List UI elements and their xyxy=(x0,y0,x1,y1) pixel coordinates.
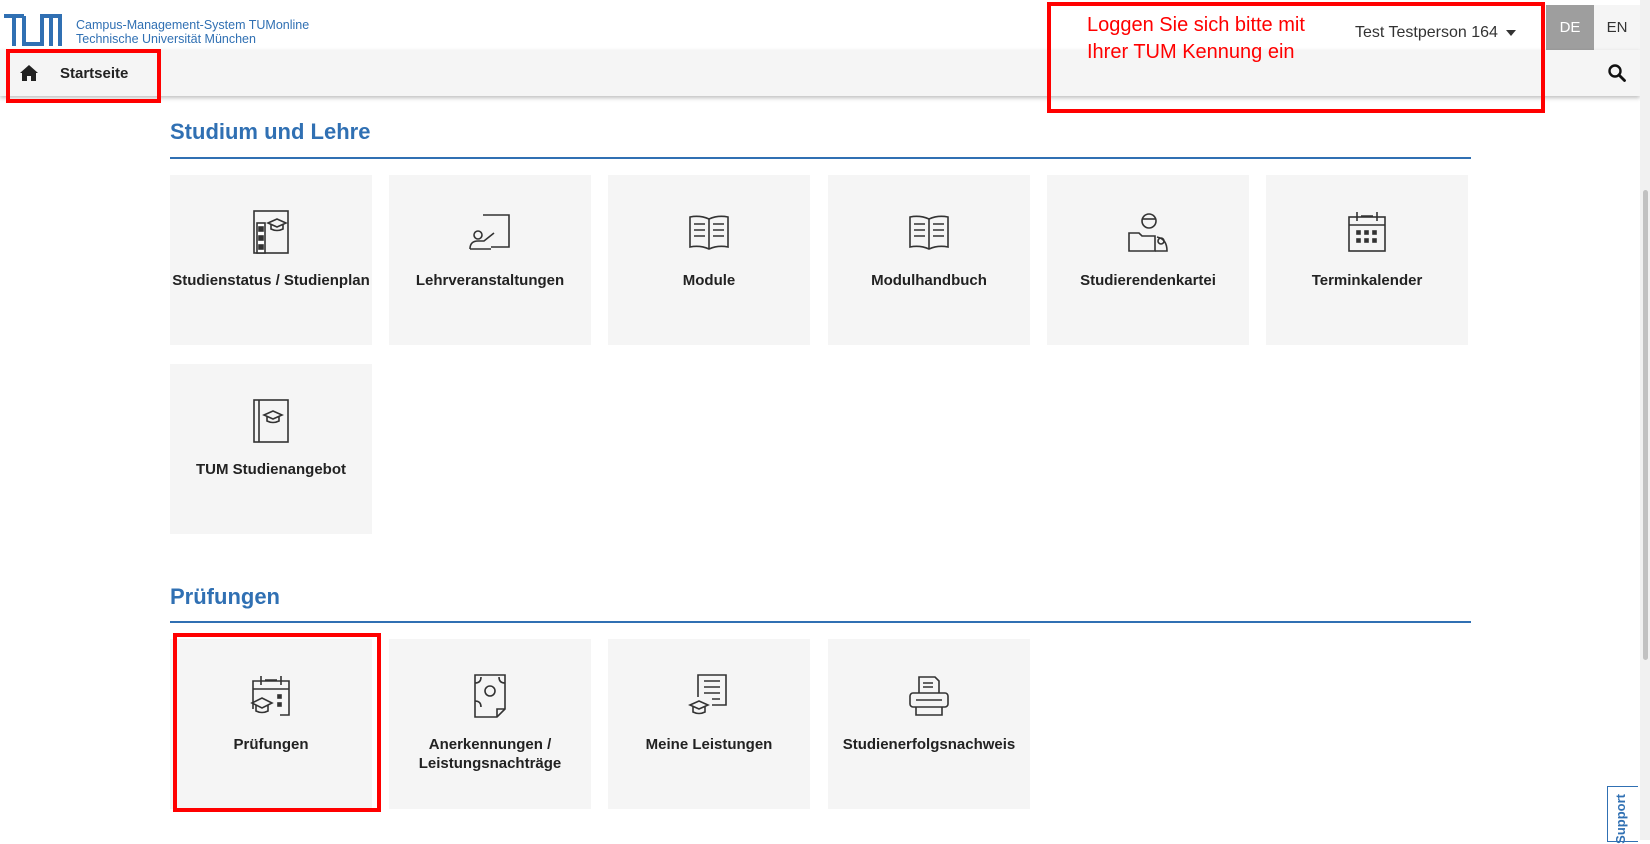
tum-logo[interactable] xyxy=(2,13,62,47)
printer-icon xyxy=(909,676,949,716)
brand-line-2: Technische Universität München xyxy=(76,32,256,46)
support-label[interactable]: Support xyxy=(1613,794,1628,844)
lang-de-button[interactable]: DE xyxy=(1546,5,1594,50)
section-divider xyxy=(170,157,1471,159)
tile-label: Module xyxy=(682,272,736,289)
tile-label: Lehrveranstaltungen xyxy=(415,272,565,289)
book-icon xyxy=(909,215,949,250)
tile-label: Meine Leistungen xyxy=(645,736,773,753)
tile-label: TUM Studienangebot xyxy=(196,461,346,478)
tile-label: Studienerfolgsnachweis xyxy=(842,736,1016,753)
tile-studierendenkartei[interactable]: Studierendenkartei xyxy=(1047,175,1249,345)
certificate-icon xyxy=(474,674,506,718)
annotation-login-hint: Loggen Sie sich bitte mit Ihrer TUM Kenn… xyxy=(1087,14,1305,63)
tile-label: Modulhandbuch xyxy=(871,272,987,289)
section-title-pruefungen: Prüfungen xyxy=(170,584,280,609)
tile-studienerfolgsnachweis[interactable]: Studienerfolgsnachweis xyxy=(828,639,1030,809)
student-file-icon xyxy=(1128,213,1168,252)
section-title-studium: Studium und Lehre xyxy=(170,119,371,144)
annotation-box-pruefungen xyxy=(173,633,381,812)
study-offer-icon xyxy=(253,399,289,443)
tile-studienstatus[interactable]: Studienstatus / Studienplan xyxy=(170,175,372,345)
brand-text: Campus-Management-System TUMonline Techn… xyxy=(76,18,309,46)
annotation-box-home xyxy=(6,49,161,103)
scroll-thumb[interactable] xyxy=(1643,190,1648,660)
achievements-icon xyxy=(688,674,727,715)
book-icon xyxy=(689,215,729,250)
tile-studienangebot[interactable]: TUM Studienangebot xyxy=(170,364,372,534)
tile-label: Studierendenkartei xyxy=(1080,272,1216,289)
tile-lehrveranstaltungen[interactable]: Lehrveranstaltungen xyxy=(389,175,591,345)
study-status-icon xyxy=(253,210,289,254)
tile-label: Anerkennungen / Leistungsnachträge xyxy=(418,736,562,772)
tile-anerkennungen[interactable]: Anerkennungen / Leistungsnachträge xyxy=(389,639,591,809)
lecture-icon xyxy=(469,214,510,250)
tile-terminkalender[interactable]: Terminkalender xyxy=(1266,175,1468,345)
brand-line-1: Campus-Management-System TUMonline xyxy=(76,18,310,32)
section-divider xyxy=(170,621,1471,623)
tile-label: Studienstatus / Studienplan xyxy=(172,272,370,289)
tile-meine-leistungen[interactable]: Meine Leistungen xyxy=(608,639,810,809)
tile-label: Terminkalender xyxy=(1311,272,1423,289)
tile-modulhandbuch[interactable]: Modulhandbuch xyxy=(828,175,1030,345)
search-icon[interactable] xyxy=(1608,64,1626,82)
lang-en-button[interactable]: EN xyxy=(1594,5,1640,50)
calendar-icon xyxy=(1348,212,1386,252)
tile-module[interactable]: Module xyxy=(608,175,810,345)
